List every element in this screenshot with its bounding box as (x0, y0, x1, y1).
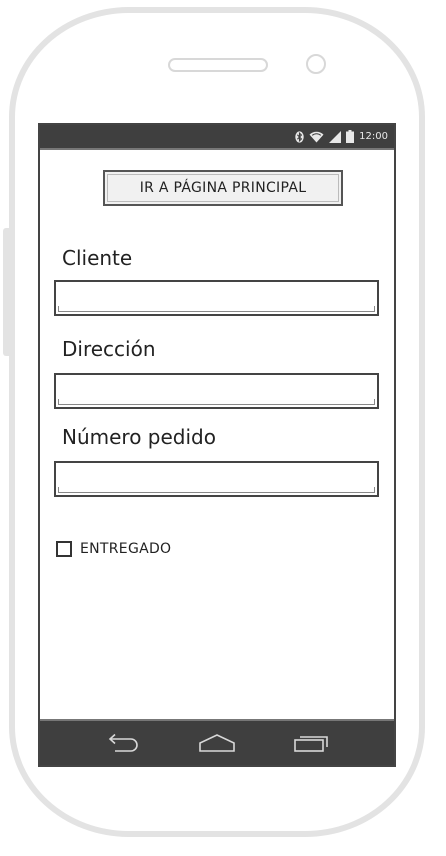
status-time: 12:00 (359, 131, 388, 142)
numero-pedido-input[interactable] (54, 461, 379, 497)
home-button[interactable] (197, 728, 237, 758)
navigation-bar (40, 719, 394, 765)
entregado-label: ENTREGADO (80, 541, 172, 557)
phone-camera (306, 54, 326, 74)
phone-speaker (168, 58, 268, 72)
home-icon (199, 734, 235, 752)
direccion-input[interactable] (54, 373, 379, 409)
cliente-input[interactable] (54, 280, 379, 316)
wifi-icon (309, 131, 324, 143)
cliente-label: Cliente (62, 246, 133, 270)
status-bar: 12:00 (40, 125, 394, 150)
recent-apps-button[interactable] (291, 728, 331, 758)
go-home-button[interactable]: IR A PÁGINA PRINCIPAL (103, 170, 343, 206)
entregado-checkbox[interactable] (56, 541, 72, 557)
numero-pedido-label: Número pedido (62, 425, 216, 449)
phone-side-button (3, 228, 11, 356)
direccion-label: Dirección (62, 337, 156, 361)
recent-apps-icon (294, 736, 328, 752)
back-icon (108, 733, 138, 752)
go-home-button-label: IR A PÁGINA PRINCIPAL (139, 180, 307, 196)
battery-icon (346, 130, 355, 143)
app-content: IR A PÁGINA PRINCIPAL Cliente Dirección … (40, 150, 394, 720)
phone-screen: 12:00 IR A PÁGINA PRINCIPAL Cliente Dire… (38, 123, 396, 767)
bluetooth-icon (295, 130, 304, 143)
signal-icon (329, 130, 342, 143)
entregado-checkbox-row[interactable]: ENTREGADO (56, 541, 171, 557)
back-button[interactable] (103, 728, 143, 758)
